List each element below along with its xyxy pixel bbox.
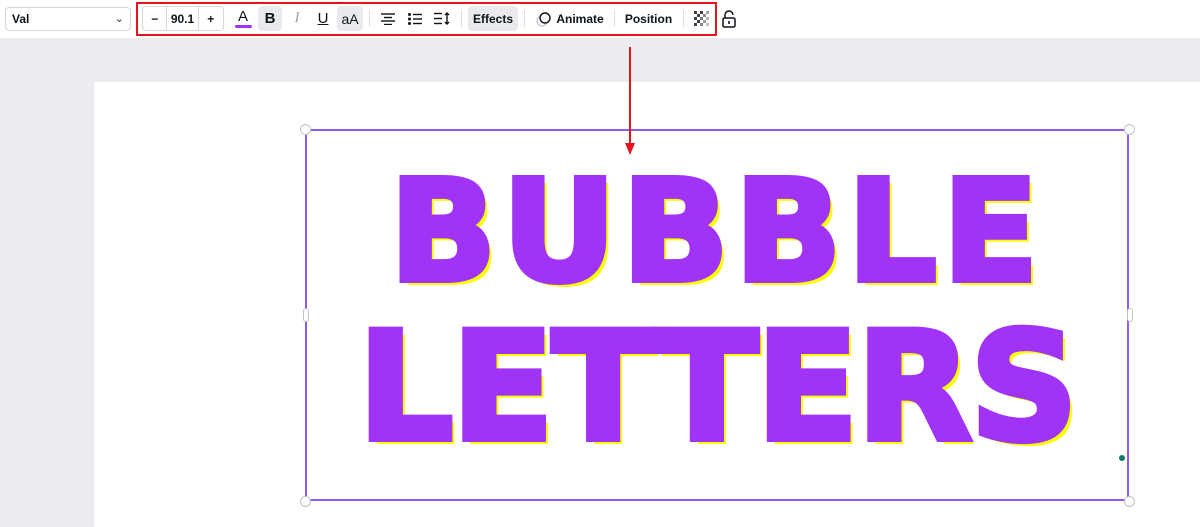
font-family-value: Val	[12, 12, 30, 26]
resize-handle-bottom-right[interactable]	[1124, 496, 1135, 507]
annotation-arrow	[629, 47, 631, 144]
toolbar-highlight-annotation	[136, 2, 717, 36]
resize-handle-left[interactable]	[303, 308, 309, 322]
resize-handle-top-left[interactable]	[300, 124, 311, 135]
chevron-down-icon: ⌄	[114, 13, 124, 25]
text-toolbar: Val ⌄ − 90.1 + A B I U aA Effects Animat…	[0, 0, 1200, 38]
resize-handle-bottom-left[interactable]	[300, 496, 311, 507]
selection-box	[305, 129, 1129, 501]
lock-icon	[722, 9, 736, 28]
lock-button[interactable]	[719, 6, 739, 31]
font-family-dropdown[interactable]: Val ⌄	[5, 7, 131, 31]
cursor-indicator	[1119, 455, 1125, 461]
resize-handle-top-right[interactable]	[1124, 124, 1135, 135]
annotation-arrow-head	[625, 143, 635, 155]
resize-handle-right[interactable]	[1127, 308, 1133, 322]
